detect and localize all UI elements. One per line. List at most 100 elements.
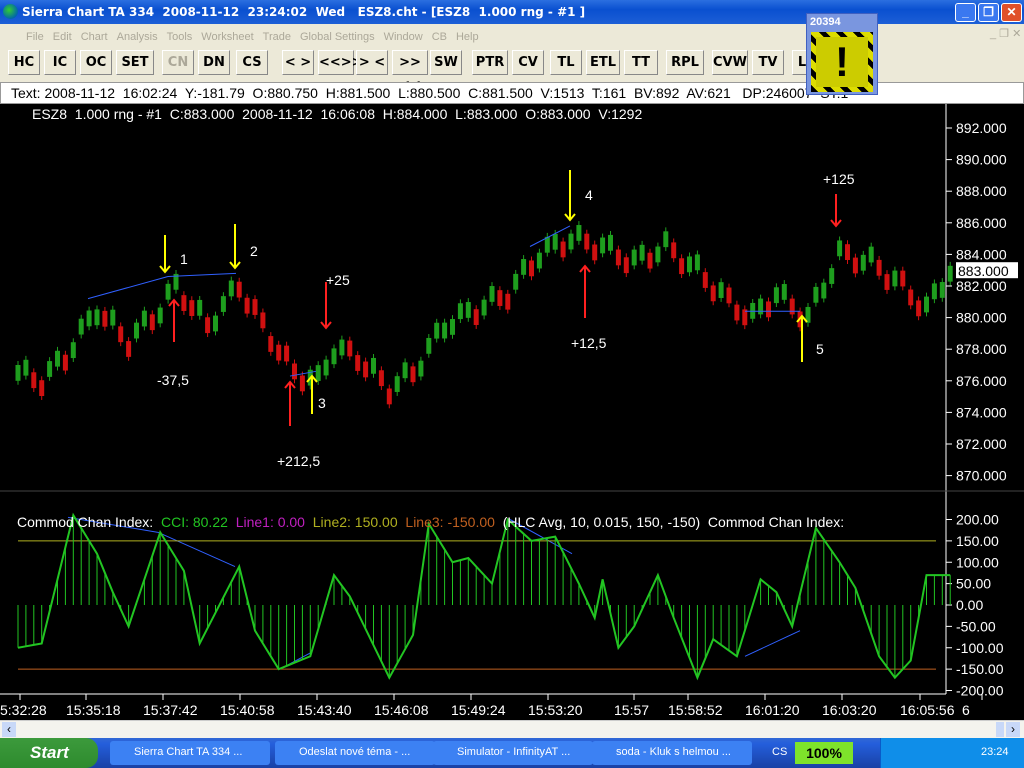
price-bar-up — [434, 322, 440, 339]
menu-tools[interactable]: Tools — [167, 31, 193, 43]
cci-tick-label: 150.00 — [956, 533, 999, 549]
toolbar-button-19[interactable]: TV — [752, 50, 784, 75]
price-bar-down — [102, 310, 108, 327]
price-bar-down — [31, 372, 37, 389]
start-button[interactable]: Start — [0, 738, 98, 768]
price-bar-up — [442, 322, 448, 339]
task-sierra-chart[interactable]: Sierra Chart TA 334 ... — [110, 741, 270, 765]
price-bar-down — [205, 317, 211, 334]
menu-global-settings[interactable]: Global Settings — [300, 31, 375, 43]
price-bar-down — [189, 300, 195, 316]
menu-cb[interactable]: CB — [432, 31, 447, 43]
price-bar-up — [939, 282, 945, 298]
toolbar-button-3[interactable]: SET — [116, 50, 154, 75]
close-button[interactable]: ✕ — [1001, 3, 1022, 22]
price-bar-up — [339, 339, 345, 356]
cci-tick-label: -150.00 — [956, 661, 1004, 677]
restore-button[interactable]: ❐ — [978, 3, 999, 22]
mdi-controls[interactable]: _ ❐ ✕ — [990, 27, 1021, 40]
price-bar-up — [924, 296, 929, 313]
menu-trade[interactable]: Trade — [263, 31, 291, 43]
price-bar-down — [671, 242, 677, 259]
toolbar-button-7[interactable]: < > — [282, 50, 314, 75]
price-bar-up — [418, 360, 424, 377]
price-bar-down — [260, 312, 266, 329]
price-bar-up — [608, 234, 613, 251]
language-indicator[interactable]: CS — [772, 746, 787, 758]
price-bar-up — [631, 249, 637, 266]
toolbar-button-2[interactable]: OC — [80, 50, 112, 75]
toolbar-button-12[interactable]: PTR — [472, 50, 508, 75]
menu-file[interactable]: File — [26, 31, 44, 43]
toolbar-button-0[interactable]: HC — [8, 50, 40, 75]
scroll-left-button[interactable]: ‹ — [2, 722, 16, 737]
price-bar-up — [821, 282, 827, 299]
toolbar-button-14[interactable]: TL — [550, 50, 582, 75]
toolbar-button-13[interactable]: CV — [512, 50, 544, 75]
toolbar-button-15[interactable]: ETL — [586, 50, 620, 75]
task-soda[interactable]: soda - Kluk s helmou ... — [592, 741, 752, 765]
price-bar-up — [457, 303, 463, 320]
price-bar-down — [244, 297, 250, 314]
price-bar-up — [315, 365, 321, 381]
toolbar-button-6[interactable]: CS — [236, 50, 268, 75]
toolbar-button-17[interactable]: RPL — [666, 50, 704, 75]
annotation-label: 1 — [180, 251, 188, 267]
price-bar-up — [55, 350, 60, 367]
toolbar-button-11[interactable]: SW — [430, 50, 462, 75]
price-tick-label: 882.000 — [956, 278, 1007, 294]
time-tick-label: 15:43:40 — [297, 702, 352, 718]
price-bar-up — [758, 298, 764, 315]
time-tick-label: 15:57 — [614, 702, 649, 718]
price-bar-up — [134, 322, 139, 339]
price-bar-down — [39, 380, 45, 397]
price-bar-up — [837, 240, 843, 257]
price-tick-label: 876.000 — [956, 373, 1007, 389]
price-bar-up — [568, 233, 574, 250]
price-bar-down — [473, 309, 479, 325]
minimize-button[interactable]: _ — [955, 3, 976, 22]
price-bar-up — [371, 357, 376, 374]
menu-help[interactable]: Help — [456, 31, 479, 43]
toolbar-button-5[interactable]: DN — [198, 50, 230, 75]
toolbar-button-1[interactable]: IC — [44, 50, 76, 75]
price-tick-label: 870.000 — [956, 468, 1007, 484]
menu-worksheet[interactable]: Worksheet — [201, 31, 253, 43]
task-odeslat[interactable]: Odeslat nové téma - ... — [275, 741, 435, 765]
price-bar-up — [813, 286, 819, 303]
price-bar-up — [213, 315, 218, 332]
price-bar-down — [679, 258, 685, 275]
price-bar-down — [876, 259, 882, 276]
menu-window[interactable]: Window — [384, 31, 423, 43]
price-tick-label: 888.000 — [956, 183, 1007, 199]
price-bar-up — [141, 310, 147, 327]
toolbar-button-16[interactable]: TT — [624, 50, 658, 75]
toolbar-button-10[interactable]: >><< — [392, 50, 428, 93]
menu-analysis[interactable]: Analysis — [117, 31, 158, 43]
cci-tick-label: 50.00 — [956, 576, 991, 592]
menu-edit[interactable]: Edit — [53, 31, 72, 43]
price-tick-label: 884.000 — [956, 246, 1007, 262]
toolbar-button-4[interactable]: CN — [162, 50, 194, 75]
horizontal-scrollbar[interactable]: ‹ › — [0, 720, 1024, 738]
price-bar-down — [386, 388, 392, 405]
cci-name-2: Commod Chan Index: — [707, 514, 845, 530]
chart-area[interactable]: 892.000 890.000 888.000 886.000 884.000 882.0… — [0, 104, 1024, 720]
toolbar-button-9[interactable]: > < — [356, 50, 388, 75]
menu-chart[interactable]: Chart — [81, 31, 108, 43]
price-bar-up — [94, 309, 100, 326]
price-bar-up — [489, 286, 495, 302]
toolbar-button-18[interactable]: CVW — [712, 50, 748, 75]
price-bar-up — [718, 282, 724, 298]
toolbar-button-8[interactable]: <<>> — [318, 50, 363, 75]
task-simulator[interactable]: Simulator - InfinityAT ... — [433, 741, 593, 765]
scroll-right-button[interactable]: › — [1006, 722, 1020, 737]
cci-tick-label: -100.00 — [956, 640, 1004, 656]
annotation-label: 5 — [816, 341, 824, 357]
price-bar-down — [908, 289, 914, 306]
price-bar-up — [829, 268, 835, 284]
price-bar-up — [331, 348, 337, 365]
alert-popup[interactable]: 20394 ! — [806, 13, 878, 95]
trendline — [87, 276, 169, 300]
scroll-thumb[interactable] — [996, 722, 1004, 737]
